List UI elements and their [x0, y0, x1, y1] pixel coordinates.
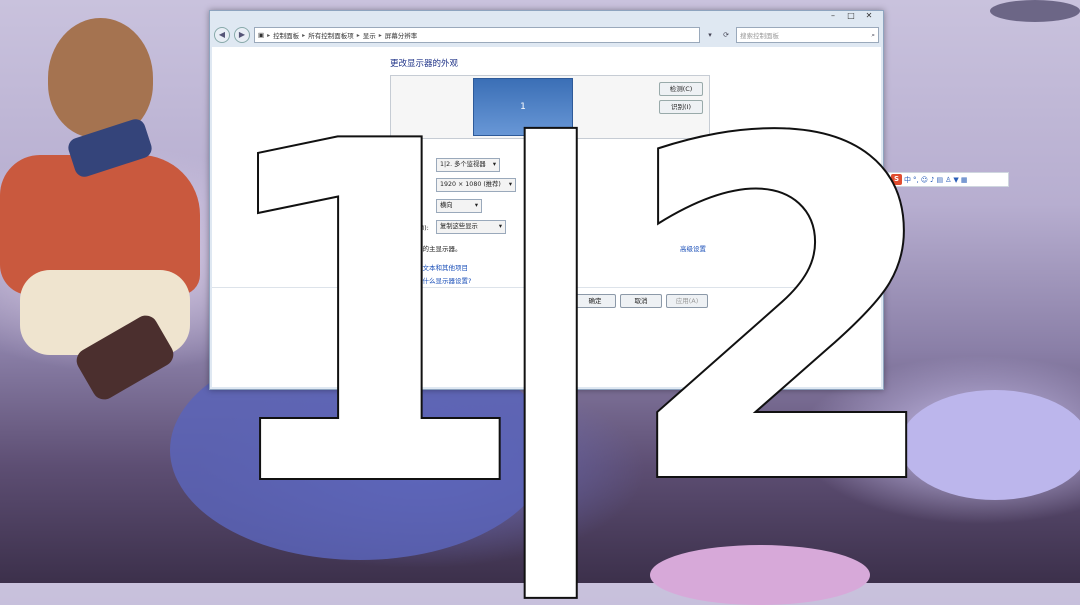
forward-arrow-icon[interactable]: ▶: [234, 27, 250, 43]
breadcrumb-item[interactable]: 控制面板: [273, 30, 299, 40]
refresh-icon[interactable]: ⟳: [720, 28, 732, 42]
breadcrumb-item[interactable]: 显示: [363, 30, 376, 40]
breadcrumb-item[interactable]: 屏幕分辨率: [385, 30, 418, 40]
overlay-digit-two: 2: [619, 41, 948, 588]
title-bar[interactable]: – □ ✕: [210, 11, 883, 23]
toolbox-icon[interactable]: ▦: [961, 176, 968, 184]
search-placeholder: 搜索控制面板: [740, 32, 779, 40]
control-panel-icon: ▣: [258, 31, 265, 39]
chevron-right-icon: ▸: [267, 31, 271, 39]
chevron-right-icon: ▸: [378, 31, 382, 39]
chevron-right-icon: ▸: [302, 31, 306, 39]
overlay-divider: |: [464, 51, 638, 598]
close-button[interactable]: ✕: [861, 11, 877, 21]
window-controls: – □ ✕: [825, 11, 877, 21]
wallpaper-fish: [990, 0, 1080, 22]
skin-icon[interactable]: ▼: [953, 176, 958, 184]
back-arrow-icon[interactable]: ◀: [214, 27, 230, 43]
chevron-right-icon: ▸: [356, 31, 360, 39]
minimize-button[interactable]: –: [825, 11, 841, 21]
dropdown-arrow-icon[interactable]: ▾: [704, 28, 716, 42]
maximize-button[interactable]: □: [843, 11, 859, 21]
search-icon: ⌕: [871, 30, 875, 39]
breadcrumb-item[interactable]: 所有控制面板项: [308, 30, 354, 40]
